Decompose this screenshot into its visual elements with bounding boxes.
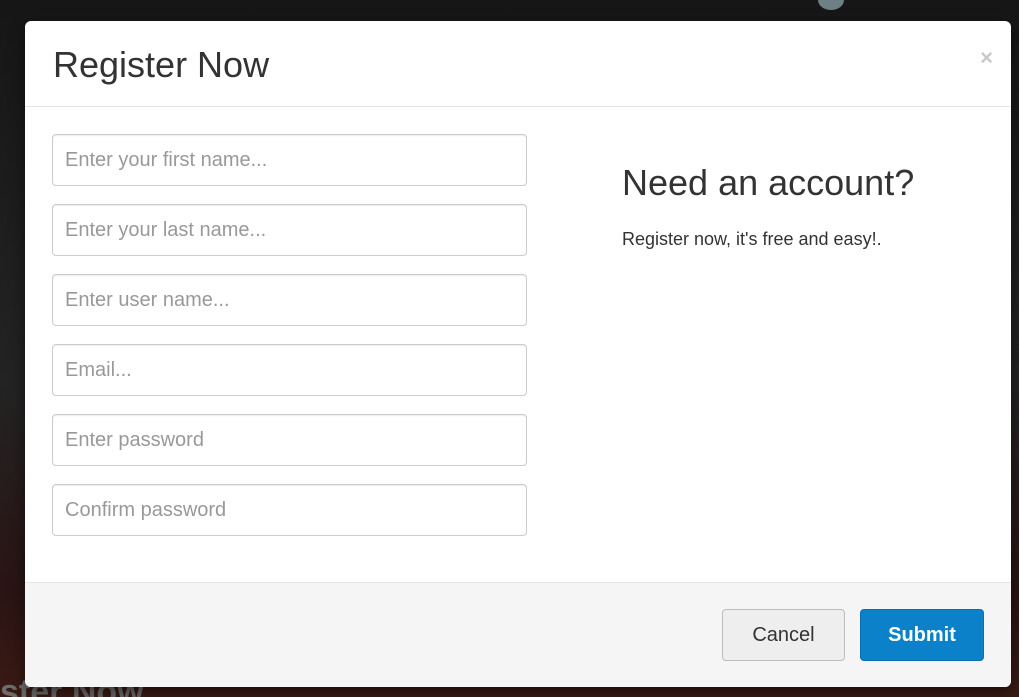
registration-form [52, 134, 527, 554]
email-input[interactable] [52, 344, 527, 396]
info-panel: Need an account? Register now, it's free… [622, 161, 1002, 251]
submit-button[interactable]: Submit [860, 609, 984, 661]
modal-footer: Cancel Submit [25, 582, 1011, 687]
password-input[interactable] [52, 414, 527, 466]
close-icon[interactable]: × [980, 47, 993, 69]
cancel-button[interactable]: Cancel [722, 609, 845, 661]
confirm-password-input[interactable] [52, 484, 527, 536]
modal-title: Register Now [53, 44, 270, 85]
register-modal: Register Now × Need an account? Register… [25, 21, 1011, 687]
last-name-input[interactable] [52, 204, 527, 256]
info-text: Register now, it's free and easy!. [622, 229, 882, 249]
info-title: Need an account? [622, 162, 915, 203]
modal-header: Register Now × [25, 21, 1011, 107]
first-name-input[interactable] [52, 134, 527, 186]
username-input[interactable] [52, 274, 527, 326]
